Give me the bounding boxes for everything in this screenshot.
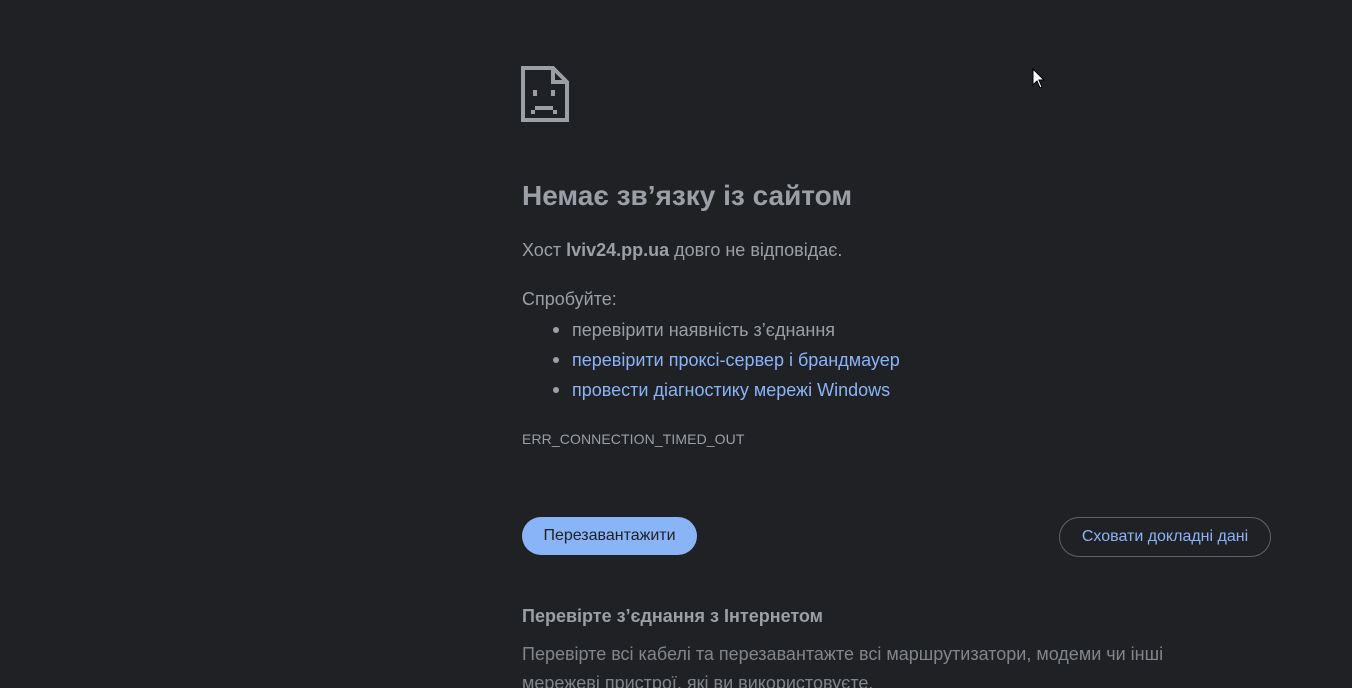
error-code: ERR_CONNECTION_TIMED_OUT [522, 431, 745, 447]
details-body: Перевірте всі кабелі та перезавантажте в… [522, 644, 1164, 688]
error-page: Немає зв’язку із сайтом Хост lviv24.pp.u… [0, 0, 1352, 688]
reload-button[interactable]: Перезавантажити [522, 517, 697, 555]
suggestion-network-diagnostics-link[interactable]: провести діагностику мережі Windows [522, 378, 900, 408]
description-prefix: Хост [522, 240, 567, 260]
description-suffix: довго не відповідає. [669, 240, 843, 260]
suggestion-check-proxy-link[interactable]: перевірити проксі-сервер і брандмауер [522, 348, 900, 378]
suggestion-check-connection: перевірити наявність з’єднання [522, 318, 900, 348]
hide-details-button[interactable]: Сховати докладні дані [1059, 517, 1271, 557]
error-description: Хост lviv24.pp.ua довго не відповідає. [522, 240, 842, 261]
suggestions-list: перевірити наявність з’єднання перевірит… [522, 318, 900, 408]
suggestions-label: Спробуйте: [522, 289, 617, 309]
mouse-cursor-icon [1032, 67, 1046, 90]
details-heading: Перевірте з’єднання з Інтернетом [522, 606, 823, 626]
sad-page-icon [521, 66, 569, 122]
host-name: lviv24.pp.ua [566, 240, 670, 260]
page-title: Немає зв’язку із сайтом [522, 180, 853, 211]
